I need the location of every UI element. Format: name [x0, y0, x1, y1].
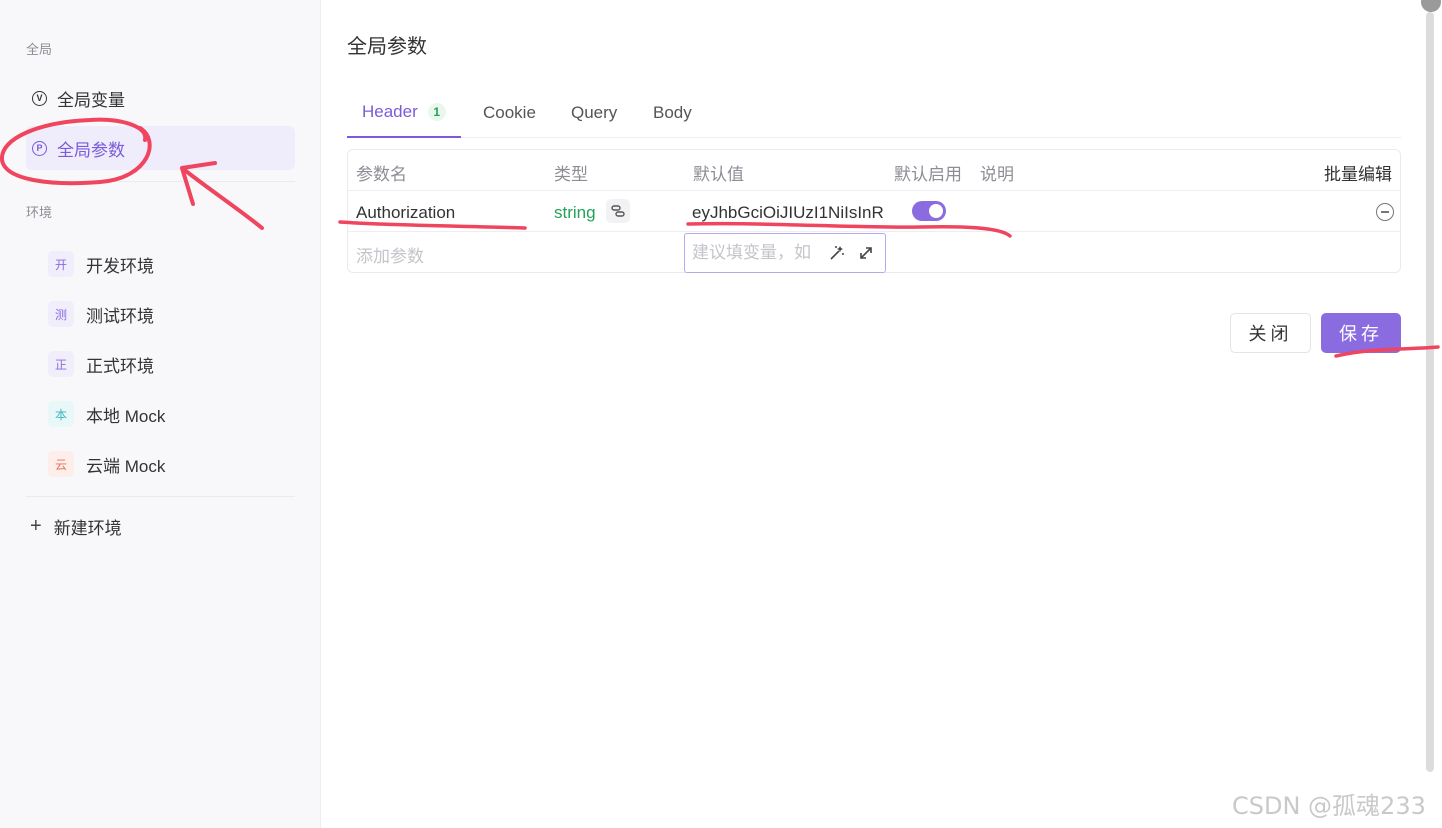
close-button[interactable]: 关闭: [1230, 313, 1311, 353]
env-label: 正式环境: [86, 356, 154, 376]
params-table: 参数名 类型 默认值 默认启用 说明 批量编辑 Authorization st…: [347, 149, 1401, 273]
tab-bar: Header 1 Cookie Query Body: [347, 88, 1401, 138]
divider: [26, 496, 295, 497]
scrollbar[interactable]: [1425, 0, 1435, 780]
env-label: 云端 Mock: [86, 456, 166, 476]
col-header-default-value: 默认值: [693, 165, 744, 184]
col-header-name: 参数名: [356, 165, 407, 184]
tab-cookie[interactable]: Cookie: [483, 88, 536, 137]
col-header-description: 说明: [980, 165, 1014, 184]
tab-header[interactable]: Header 1: [347, 88, 461, 138]
tab-label: Query: [571, 102, 618, 122]
env-badge: 本: [48, 401, 74, 427]
bulk-edit-button[interactable]: 批量编辑: [1324, 160, 1392, 185]
toggle-knob: [929, 204, 943, 218]
param-default-value[interactable]: eyJhbGciOiJIUzI1NiIsInR: [692, 203, 884, 223]
env-label: 测试环境: [86, 306, 154, 326]
tab-count-badge: 1: [427, 103, 446, 121]
remove-row-icon[interactable]: [1376, 203, 1394, 221]
param-type[interactable]: string: [554, 203, 596, 223]
section-label-global: 全局: [26, 42, 53, 57]
close-dot-icon[interactable]: [1421, 0, 1441, 12]
divider: [26, 181, 295, 182]
new-env-button[interactable]: + 新建环境: [30, 512, 122, 540]
sidebar-item-label: 全局参数: [57, 140, 125, 160]
default-value-input[interactable]: [684, 233, 886, 273]
sidebar: 全局 V 全局变量 P 全局参数 环境 开 开发环境 测 测试环境 正 正式环境…: [0, 0, 321, 828]
sidebar-item-local-mock[interactable]: 本 本地 Mock: [48, 399, 165, 429]
v-circle-icon: V: [32, 90, 47, 106]
global-settings-dialog: 全局 V 全局变量 P 全局参数 环境 开 开发环境 测 测试环境 正 正式环境…: [0, 0, 1442, 828]
magic-wand-icon[interactable]: [825, 241, 849, 265]
row-divider: [348, 190, 1400, 191]
tab-query[interactable]: Query: [571, 88, 617, 137]
page-title: 全局参数: [347, 36, 427, 58]
new-env-label: 新建环境: [53, 518, 122, 538]
row-divider: [348, 231, 1400, 232]
expand-icon[interactable]: [854, 241, 878, 265]
watermark: CSDN @孤魂233: [1232, 792, 1426, 820]
sidebar-item-cloud-mock[interactable]: 云 云端 Mock: [48, 449, 165, 479]
add-param-placeholder[interactable]: 添加参数: [356, 242, 424, 267]
env-badge: 开: [48, 251, 74, 277]
col-header-type: 类型: [554, 165, 588, 184]
sidebar-item-global-variables[interactable]: V 全局变量: [26, 76, 295, 120]
sidebar-item-prod-env[interactable]: 正 正式环境: [48, 349, 154, 379]
tab-body[interactable]: Body: [653, 88, 692, 137]
env-label: 开发环境: [86, 256, 154, 276]
save-button[interactable]: 保存: [1321, 313, 1401, 353]
scrollbar-thumb[interactable]: [1426, 12, 1434, 772]
tab-label: Body: [653, 102, 692, 122]
param-name[interactable]: Authorization: [356, 203, 455, 223]
sidebar-item-label: 全局变量: [57, 90, 125, 110]
col-header-enabled: 默认启用: [894, 165, 962, 184]
section-label-env: 环境: [26, 205, 53, 220]
sidebar-item-global-params[interactable]: P 全局参数: [26, 126, 295, 170]
sidebar-item-test-env[interactable]: 测 测试环境: [48, 299, 154, 329]
env-badge: 测: [48, 301, 74, 327]
default-value-field[interactable]: [692, 243, 820, 263]
env-badge: 云: [48, 451, 74, 477]
sidebar-item-dev-env[interactable]: 开 开发环境: [48, 249, 154, 279]
tab-label: Cookie: [483, 102, 536, 122]
enabled-toggle[interactable]: [912, 201, 946, 221]
p-circle-icon: P: [32, 140, 47, 156]
env-badge: 正: [48, 351, 74, 377]
tab-label: Header: [362, 102, 418, 121]
env-label: 本地 Mock: [86, 406, 166, 426]
link-icon[interactable]: [606, 199, 630, 223]
plus-icon: +: [30, 514, 42, 537]
